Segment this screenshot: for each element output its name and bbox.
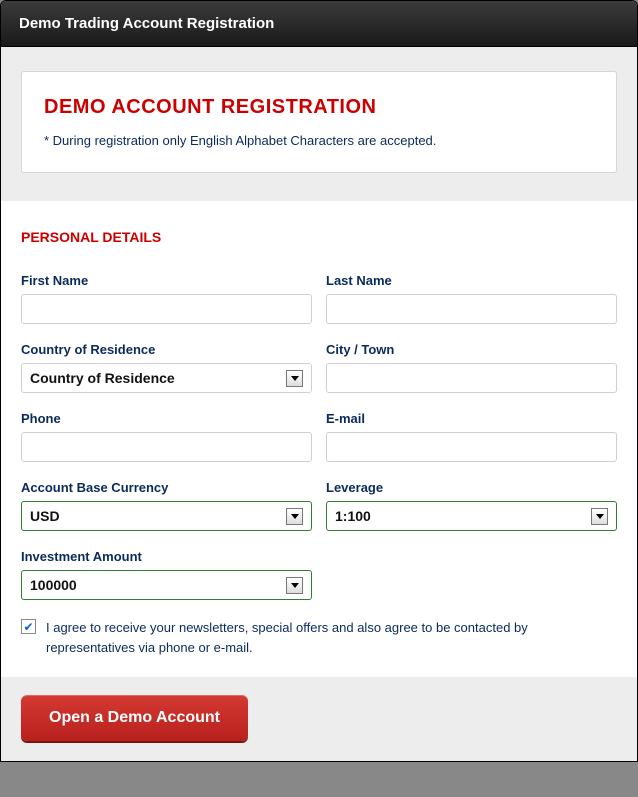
- open-demo-account-button[interactable]: Open a Demo Account: [21, 695, 248, 741]
- first-name-input[interactable]: [21, 294, 312, 324]
- chevron-down-icon: [591, 508, 608, 525]
- country-label: Country of Residence: [21, 342, 312, 357]
- city-label: City / Town: [326, 342, 617, 357]
- intro-title: DEMO ACCOUNT REGISTRATION: [44, 96, 594, 119]
- consent-checkbox[interactable]: ✔: [21, 619, 36, 634]
- leverage-select[interactable]: 1:100: [326, 501, 617, 531]
- currency-selected: USD: [30, 508, 60, 524]
- header-zone: DEMO ACCOUNT REGISTRATION * During regis…: [1, 47, 637, 201]
- currency-select[interactable]: USD: [21, 501, 312, 531]
- city-input[interactable]: [326, 363, 617, 393]
- currency-label: Account Base Currency: [21, 480, 312, 495]
- registration-window: Demo Trading Account Registration DEMO A…: [0, 0, 638, 762]
- investment-label: Investment Amount: [21, 549, 312, 564]
- email-label: E-mail: [326, 411, 617, 426]
- leverage-label: Leverage: [326, 480, 617, 495]
- last-name-input[interactable]: [326, 294, 617, 324]
- window-title: Demo Trading Account Registration: [1, 1, 637, 47]
- phone-label: Phone: [21, 411, 312, 426]
- country-select[interactable]: Country of Residence: [21, 363, 312, 393]
- footer-zone: Open a Demo Account: [1, 677, 637, 761]
- intro-card: DEMO ACCOUNT REGISTRATION * During regis…: [21, 71, 617, 173]
- investment-select[interactable]: 100000: [21, 570, 312, 600]
- form-zone: PERSONAL DETAILS First Name Last Name Co…: [1, 201, 637, 657]
- chevron-down-icon: [286, 577, 303, 594]
- phone-input[interactable]: [21, 432, 312, 462]
- first-name-label: First Name: [21, 273, 312, 288]
- last-name-label: Last Name: [326, 273, 617, 288]
- investment-selected: 100000: [30, 577, 77, 593]
- consent-text: I agree to receive your newsletters, spe…: [46, 618, 617, 657]
- section-title: PERSONAL DETAILS: [21, 229, 617, 245]
- chevron-down-icon: [286, 370, 303, 387]
- country-selected: Country of Residence: [30, 370, 175, 386]
- intro-note: * During registration only English Alpha…: [44, 133, 594, 148]
- chevron-down-icon: [286, 508, 303, 525]
- email-input[interactable]: [326, 432, 617, 462]
- leverage-selected: 1:100: [335, 508, 371, 524]
